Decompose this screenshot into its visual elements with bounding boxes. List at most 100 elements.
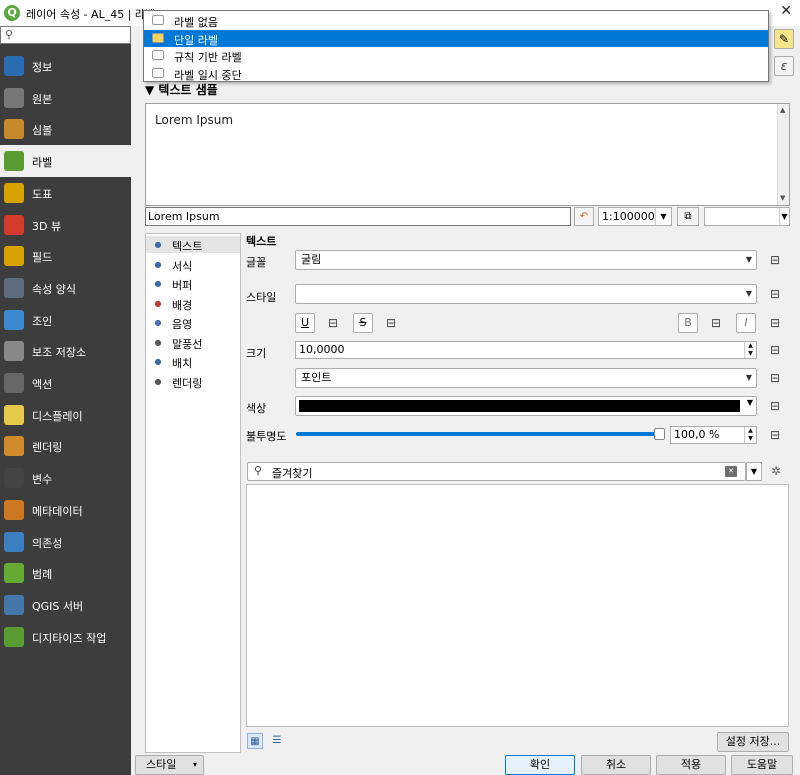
- chevron-down-icon: ▼: [779, 208, 789, 225]
- sidebar-item-label: 변수: [32, 473, 53, 487]
- preview-section-title[interactable]: ▼ 텍스트 샘플: [145, 81, 218, 98]
- reset-sample-icon[interactable]: ↶: [574, 207, 594, 226]
- size-unit-combo[interactable]: 포인트 ▼: [295, 368, 757, 388]
- label-toolbar-icon[interactable]: ✎: [774, 29, 794, 49]
- scroll-up-icon[interactable]: ▲: [780, 106, 785, 114]
- preview-background-combo[interactable]: ▼: [704, 207, 790, 226]
- style-library-area[interactable]: [246, 484, 789, 727]
- style-menu-button[interactable]: 스타일 ▾: [135, 755, 204, 775]
- auxiliary-storage-icon: [4, 341, 24, 362]
- settings-list-item[interactable]: ● 서식: [146, 256, 240, 273]
- spin-arrows-icon[interactable]: ▲ ▼: [744, 427, 756, 443]
- close-icon[interactable]: ✕: [780, 3, 792, 19]
- strikeout-button[interactable]: S: [353, 313, 373, 333]
- style-combo[interactable]: ▼: [295, 284, 757, 304]
- expression-icon[interactable]: ε: [774, 56, 794, 76]
- sidebar-item[interactable]: 속성 양식: [0, 272, 131, 304]
- data-defined-override-icon[interactable]: ⊟: [764, 368, 786, 388]
- data-defined-override-icon[interactable]: ⊟: [764, 284, 786, 304]
- label-settings-list: ● 텍스트 ● 서식 ● 버퍼 ● 배경 ● 음영 ● 말풍선 ● 배치 ● 렌더링: [145, 233, 241, 753]
- favorites-dropdown[interactable]: ▼: [746, 462, 762, 481]
- sidebar-item[interactable]: 조인: [0, 304, 131, 336]
- data-defined-override-icon[interactable]: ⊟: [322, 313, 344, 333]
- opacity-spinbox[interactable]: 100,0 % ▲ ▼: [670, 426, 757, 444]
- data-defined-override-icon[interactable]: ⊟: [764, 313, 786, 333]
- sidebar-item[interactable]: 필드: [0, 240, 131, 272]
- settings-list-item[interactable]: ● 말풍선: [146, 334, 240, 351]
- attributes-form-icon: [4, 277, 24, 298]
- sidebar-item[interactable]: 보조 저장소: [0, 335, 131, 367]
- blocking-labels-icon: [152, 67, 164, 78]
- settings-list-item[interactable]: ● 렌더링: [146, 373, 240, 390]
- sidebar-item[interactable]: 심볼: [0, 113, 131, 145]
- background-icon: ●: [154, 298, 162, 308]
- data-defined-override-icon[interactable]: ⊟: [764, 250, 786, 270]
- sidebar-item[interactable]: 3D 뷰: [0, 209, 131, 241]
- settings-list-item[interactable]: ● 텍스트: [146, 236, 240, 253]
- sidebar-search-input[interactable]: ⚲: [0, 26, 131, 44]
- sidebar-item[interactable]: 범례: [0, 557, 131, 589]
- clear-icon[interactable]: ✕: [725, 466, 737, 477]
- opacity-slider-handle[interactable]: [654, 428, 665, 440]
- settings-list-item[interactable]: ● 음영: [146, 314, 240, 331]
- icon-view-icon[interactable]: ▦: [247, 733, 263, 749]
- settings-list-item[interactable]: ● 버퍼: [146, 275, 240, 292]
- scale-from-canvas-icon[interactable]: ⧉: [677, 207, 699, 226]
- help-button[interactable]: 도움말: [731, 755, 793, 775]
- placement-icon: ●: [154, 357, 162, 366]
- variables-icon: [4, 468, 24, 489]
- font-combo[interactable]: 굴림 ▼: [295, 250, 757, 270]
- sidebar-item-label: 렌더링: [32, 441, 63, 455]
- sidebar-item[interactable]: QGIS 서버: [0, 589, 131, 621]
- fields-icon: [4, 246, 24, 267]
- ok-button[interactable]: 확인: [505, 755, 575, 775]
- source-icon: [4, 87, 24, 108]
- sidebar-item[interactable]: 메타데이터: [0, 494, 131, 526]
- data-defined-override-icon[interactable]: ⊟: [764, 340, 786, 360]
- cancel-button[interactable]: 취소: [581, 755, 651, 775]
- list-view-icon[interactable]: ☰: [269, 733, 285, 749]
- sidebar-item[interactable]: 원본: [0, 82, 131, 114]
- settings-list-label: 말풍선: [172, 337, 203, 351]
- text-preview: Lorem Ipsum ▲ ▼: [145, 103, 790, 206]
- data-defined-override-icon[interactable]: ⊟: [380, 313, 402, 333]
- settings-list-item[interactable]: ● 배경: [146, 295, 240, 312]
- sidebar-item[interactable]: 액션: [0, 367, 131, 399]
- sidebar-item[interactable]: 도표: [0, 177, 131, 209]
- settings-list-item[interactable]: ● 배치: [146, 353, 240, 370]
- actions-icon: [4, 373, 24, 393]
- sidebar-item[interactable]: 라벨: [0, 145, 131, 178]
- size-spinbox[interactable]: 10,0000 ▲ ▼: [295, 341, 757, 359]
- spin-arrows-icon[interactable]: ▲ ▼: [744, 342, 756, 358]
- italic-button[interactable]: I: [736, 313, 756, 333]
- opacity-slider-track[interactable]: [296, 432, 658, 436]
- data-defined-override-icon[interactable]: ⊟: [705, 313, 727, 333]
- data-defined-override-icon[interactable]: ⊟: [764, 425, 786, 445]
- label-mode-option[interactable]: 라벨 일시 중단: [144, 65, 768, 82]
- bold-button[interactable]: B: [678, 313, 698, 333]
- sidebar-item[interactable]: 변수: [0, 462, 131, 494]
- preview-scale-combo[interactable]: 1:100000 ▼: [598, 207, 672, 226]
- label-mode-option[interactable]: 라벨 없음: [144, 12, 768, 29]
- sidebar-item[interactable]: 디스플레이: [0, 399, 131, 431]
- favorites-search-input[interactable]: ⚲ 즐겨찾기 ✕: [247, 462, 746, 481]
- sidebar-item[interactable]: 렌더링: [0, 430, 131, 462]
- label-mode-option-label: 라벨 일시 중단: [174, 68, 242, 82]
- underline-button[interactable]: U: [295, 313, 315, 333]
- text-heading: 텍스트: [246, 235, 277, 248]
- qgis-logo-icon: Q: [4, 5, 20, 21]
- apply-button[interactable]: 적용: [656, 755, 726, 775]
- sidebar-item[interactable]: 디지타이즈 작업: [0, 621, 131, 653]
- preview-scrollbar[interactable]: ▲ ▼: [777, 104, 789, 205]
- data-defined-override-icon[interactable]: ⊟: [764, 396, 786, 416]
- label-mode-option[interactable]: 단일 라벨: [144, 29, 768, 47]
- sidebar-item[interactable]: 의존성: [0, 526, 131, 558]
- sample-text-input[interactable]: Lorem Ipsum: [145, 207, 571, 226]
- sidebar-item[interactable]: 정보: [0, 50, 131, 82]
- label-mode-option[interactable]: 규칙 기반 라벨: [144, 47, 768, 64]
- style-manager-icon[interactable]: ✲: [771, 464, 781, 478]
- save-style-button[interactable]: 설정 저장...: [717, 732, 789, 752]
- preview-text: Lorem Ipsum: [155, 113, 234, 127]
- text-color-button[interactable]: ▼: [295, 396, 757, 416]
- scroll-down-icon[interactable]: ▼: [780, 194, 785, 202]
